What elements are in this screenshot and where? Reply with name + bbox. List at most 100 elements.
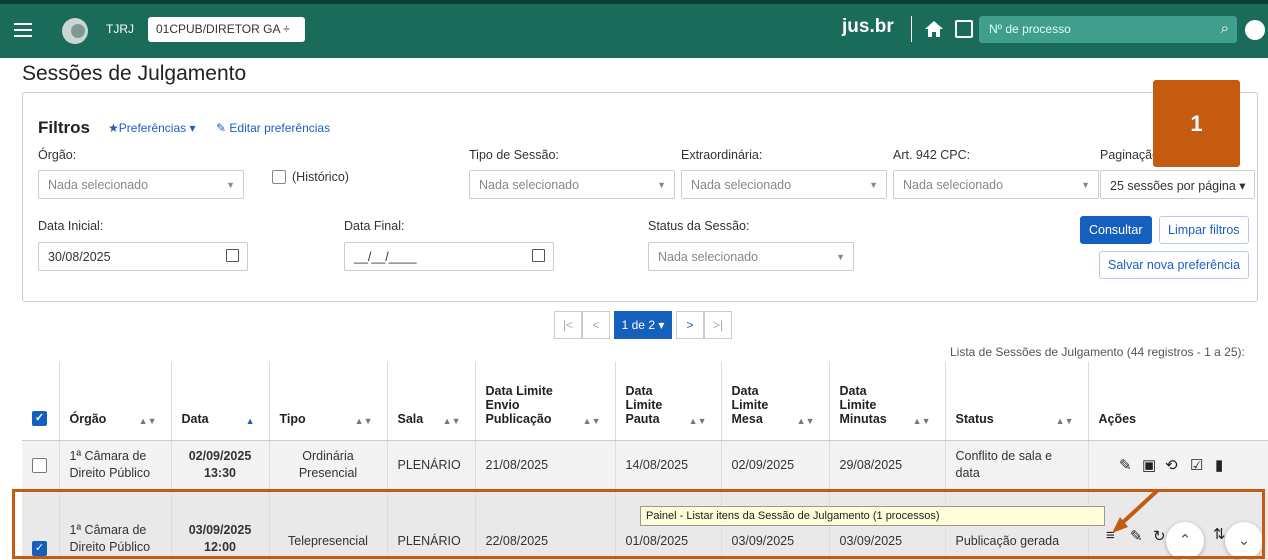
process-search-input[interactable]: Nº de processo ⌕ [979,16,1237,43]
row-checkbox-cell[interactable]: ✓ [22,490,60,560]
consultar-button[interactable]: Consultar [1080,216,1152,244]
cell-pauta: 14/08/2025 [615,440,722,491]
cell-sala: PLENÁRIO [387,440,476,491]
sort-icon[interactable]: ▲▼ [689,416,707,426]
first-page-button[interactable]: |< [554,311,582,339]
search-icon[interactable]: ⌕ [1221,20,1229,37]
sort-icon[interactable]: ▲▼ [797,416,815,426]
page-selector[interactable]: 1 de 2 ▾ [614,311,672,339]
sort-icon[interactable]: ▲▼ [443,416,461,426]
cell-acoes [1088,440,1268,491]
top-bar: TJRJ 01CPUB/DIRETOR GA ÷ jus.br Nº de pr… [0,0,1268,58]
print-icon[interactable]: ▣ [1142,456,1156,474]
cell-tipo: Telepresencial [269,490,388,560]
status-sessao-select[interactable]: Nada selecionado ▼ [648,242,854,271]
prev-page-button[interactable]: < [582,311,610,339]
col-status[interactable]: Status ▲▼ [945,362,1089,441]
col-orgao[interactable]: Órgão ▲▼ [59,362,172,441]
cell-envio: 22/08/2025 [475,490,616,560]
org-selector[interactable]: 01CPUB/DIRETOR GA ÷ [148,17,305,42]
home-icon[interactable] [924,19,944,39]
tipo-sessao-select[interactable]: Nada selecionado ▼ [469,170,675,199]
data-inicial-value: 30/08/2025 [48,250,111,264]
select-all-header[interactable]: ✓ [22,362,60,441]
sort-icon[interactable]: ▲ [246,416,255,426]
process-search-placeholder: Nº de processo [989,22,1071,36]
art942-select[interactable]: Nada selecionado ▼ [893,170,1099,199]
cell-mesa: 02/09/2025 [721,440,830,491]
data-inicial-label: Data Inicial: [38,219,104,233]
extraordinaria-select[interactable]: Nada selecionado ▼ [681,170,887,199]
calendar-icon[interactable] [532,249,545,262]
tribunal-logo [62,18,88,44]
star-icon: ★ [108,121,119,135]
data-inicial-input[interactable]: 30/08/2025 [38,242,248,271]
calendar-icon[interactable] [226,249,239,262]
pencil-icon: ✎ [216,121,230,135]
col-label: Órgão [69,411,107,426]
hamburger-menu-icon[interactable] [14,23,32,37]
col-minutas[interactable]: Data Limite Minutas ▲▼ [829,362,946,441]
tipo-sessao-label: Tipo de Sessão: [469,148,559,162]
select-all-checkbox[interactable]: ✓ [32,410,47,426]
table-row[interactable]: 1ª Câmara de Direito Público 02/09/2025 1… [22,440,1268,491]
cell-status: Conflito de sala e data [945,440,1089,491]
orgao-select[interactable]: Nada selecionado ▼ [38,170,244,199]
chevron-down-icon: ▼ [836,252,845,262]
expand-down-button[interactable]: ⌄ [1225,522,1263,560]
row-checkbox-cell[interactable] [22,440,60,491]
col-sala[interactable]: Sala ▲▼ [387,362,476,441]
col-mesa[interactable]: Data Limite Mesa ▲▼ [721,362,830,441]
edit-icon[interactable]: ✎ [1119,456,1132,474]
historico-checkbox[interactable] [272,170,286,184]
cell-date: 02/09/2025 [188,449,252,463]
panel-icon[interactable] [955,20,973,38]
chevron-down-icon: ▼ [1081,180,1090,190]
data-final-input[interactable]: __/__/____ [344,242,554,271]
sort-icon[interactable]: ▲▼ [355,416,373,426]
orgao-value: Nada selecionado [48,178,149,192]
last-page-button[interactable]: >| [704,311,732,339]
cell-minutas: 29/08/2025 [829,440,946,491]
cell-tipo: Ordinária Presencial [269,440,388,491]
sort-arrows-icon[interactable]: ⇅ [1213,525,1226,543]
col-pauta[interactable]: Data Limite Pauta ▲▼ [615,362,722,441]
calendar-check-icon[interactable]: ☑ [1190,456,1203,474]
sort-icon[interactable]: ▲▼ [913,416,931,426]
extraordinaria-label: Extraordinária: [681,148,763,162]
paginacao-select[interactable]: 25 sessões por página ▾ [1100,170,1255,199]
user-icon[interactable] [1245,20,1265,40]
historico-label: (Histórico) [292,170,349,184]
art942-value: Nada selecionado [903,178,1004,192]
col-acoes: Ações [1088,362,1268,441]
page-title: Sessões de Julgamento [22,62,247,85]
col-data[interactable]: Data ▲ [171,362,270,441]
edit-preferences-label: Editar preferências [229,121,331,135]
cell-orgao: 1ª Câmara de Direito Público [59,490,172,560]
col-tipo[interactable]: Tipo ▲▼ [269,362,388,441]
sort-icon[interactable]: ▲▼ [583,416,601,426]
salvar-preferencia-button[interactable]: Salvar nova preferência [1099,251,1250,279]
col-label: Status [955,411,994,426]
brand-logo[interactable]: jus.br [842,16,894,38]
sort-icon[interactable]: ▲▼ [139,416,157,426]
col-label: Data Limite Minutas [839,383,887,426]
edit-preferences-link[interactable]: ✎ Editar preferências [216,121,330,135]
cell-envio: 21/08/2025 [475,440,616,491]
sort-icon[interactable]: ▲▼ [1056,416,1074,426]
next-page-button[interactable]: > [676,311,704,339]
history-icon[interactable]: ⟲ [1165,456,1178,474]
row-checkbox[interactable]: ✓ [32,541,47,556]
data-final-value: __/__/____ [354,250,417,264]
col-envio[interactable]: Data Limite Envio Publicação ▲▼ [475,362,616,441]
preferences-dropdown[interactable]: ★Preferências ▾ [108,121,196,135]
col-label: Data [181,411,209,426]
limpar-filtros-button[interactable]: Limpar filtros [1159,216,1249,244]
scroll-up-button[interactable]: ⌃ [1166,522,1204,560]
trash-icon[interactable]: ▮ [1215,456,1223,474]
status-sessao-label: Status da Sessão: [648,219,750,233]
orgao-label: Órgão: [38,148,77,162]
sessions-table: ✓ Órgão ▲▼ Data ▲ Tipo ▲▼ Sala ▲▼ Data Limit… [22,362,1268,560]
row-checkbox[interactable] [32,457,47,473]
table-header: ✓ Órgão ▲▼ Data ▲ Tipo ▲▼ Sala ▲▼ Data Limit… [22,362,1268,441]
